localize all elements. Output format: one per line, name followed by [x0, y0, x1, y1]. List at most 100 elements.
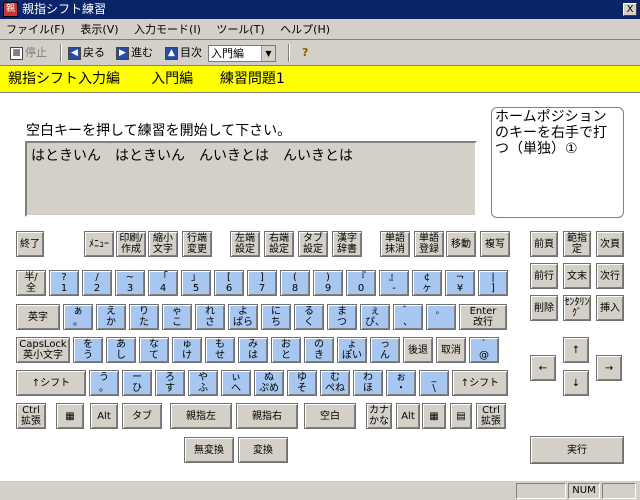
key-r0-13[interactable]: ¬ ¥ — [445, 270, 475, 296]
chevron-down-icon[interactable]: ▼ — [261, 46, 275, 61]
key-r4-2[interactable]: Alt — [90, 403, 118, 429]
key-r3-11[interactable]: _ \ — [419, 370, 449, 396]
key-r4-11[interactable]: Ctrl 拡張 — [476, 403, 506, 429]
key-r0-7[interactable]: ] 7 — [247, 270, 277, 296]
navkey-next-page[interactable]: 次頁 — [596, 231, 624, 257]
key-r1-6[interactable]: よぱら — [228, 304, 258, 330]
key-r1-12[interactable]: ゜ — [426, 304, 456, 330]
key-r0-6[interactable]: [6 — [214, 270, 244, 296]
stop-button[interactable]: ■ 停止 — [10, 45, 47, 61]
back-button[interactable]: ◀ 戻る — [68, 45, 105, 61]
fkey-menu[interactable]: ﾒﾆｭｰ — [84, 231, 114, 257]
key-r0-1[interactable]: ? 1 — [49, 270, 79, 296]
key-r2-3[interactable]: なて — [139, 337, 169, 363]
key-r3-5[interactable]: ぃへ — [221, 370, 251, 396]
menu-file[interactable]: ファイル(F) — [0, 19, 71, 40]
menu-tools[interactable]: ツール(T) — [210, 19, 270, 40]
key-r3-6[interactable]: ぬぷめ — [254, 370, 284, 396]
key-r3-0[interactable]: ↑シフト — [16, 370, 86, 396]
key-r0-0[interactable]: 半/全 — [16, 270, 46, 296]
key-muhenkan[interactable]: 無変換 — [184, 437, 234, 463]
help-icon[interactable]: ? — [302, 45, 308, 61]
execute-button[interactable]: 実行 — [530, 436, 624, 464]
key-r1-3[interactable]: りた — [129, 304, 159, 330]
key-r1-11[interactable]: ゛、 — [393, 304, 423, 330]
key-r4-0[interactable]: Ctrl 拡張 — [16, 403, 46, 429]
key-henkan[interactable]: 変換 — [238, 437, 288, 463]
menu-input-mode[interactable]: 入力モード(I) — [128, 19, 207, 40]
navkey-delete[interactable]: 削除 — [530, 295, 558, 321]
key-r3-2[interactable]: ーひ — [122, 370, 152, 396]
key-r0-12[interactable]: ¢ ヶ — [412, 270, 442, 296]
arrow-left-key[interactable]: ← — [530, 355, 556, 381]
fkey-right-set[interactable]: 右端 設定 — [264, 231, 294, 257]
key-r0-5[interactable]: 」 5 — [181, 270, 211, 296]
key-r2-5[interactable]: もせ — [205, 337, 235, 363]
navkey-prev-page[interactable]: 前頁 — [530, 231, 558, 257]
key-r0-14[interactable]: |] — [478, 270, 508, 296]
forward-button[interactable]: ▶ 進む — [116, 45, 153, 61]
key-r2-11[interactable]: 後退 — [403, 337, 433, 363]
key-r3-9[interactable]: わほ — [353, 370, 383, 396]
key-r3-8[interactable]: むぺね — [320, 370, 350, 396]
navkey-center[interactable]: ｾﾝﾀﾘﾝｸﾞ — [563, 295, 591, 321]
key-r3-1[interactable]: う。 — [89, 370, 119, 396]
key-r2-4[interactable]: ゅけ — [172, 337, 202, 363]
navkey-doc-end[interactable]: 文末 — [563, 263, 591, 289]
key-r2-9[interactable]: ょぽい — [337, 337, 367, 363]
fkey-kanji-dict[interactable]: 漢字 辞書 — [332, 231, 362, 257]
navkey-prev-line[interactable]: 前行 — [530, 263, 558, 289]
arrow-down-key[interactable]: ↓ — [563, 370, 589, 396]
key-r0-11[interactable]: 』 - — [379, 270, 409, 296]
key-r1-8[interactable]: るく — [294, 304, 324, 330]
key-r1-0[interactable]: 英字 — [16, 304, 60, 330]
key-r1-2[interactable]: えか — [96, 304, 126, 330]
arrow-right-key[interactable]: → — [596, 355, 622, 381]
key-r0-10[interactable]: 『0 — [346, 270, 376, 296]
key-r4-5[interactable]: 親指右 — [236, 403, 298, 429]
key-r1-13[interactable]: Enter 改行 — [459, 304, 507, 330]
key-r0-4[interactable]: 「4 — [148, 270, 178, 296]
key-r2-1[interactable]: をう — [73, 337, 103, 363]
key-r0-3[interactable]: ~3 — [115, 270, 145, 296]
key-r3-7[interactable]: ゆそ — [287, 370, 317, 396]
key-r2-2[interactable]: あし — [106, 337, 136, 363]
key-r2-0[interactable]: CapsLock 英小文字 — [16, 337, 70, 363]
key-r2-10[interactable]: っん — [370, 337, 400, 363]
navkey-insert[interactable]: 挿入 — [596, 295, 624, 321]
key-r4-9[interactable]: ▦ — [422, 403, 446, 429]
key-r3-10[interactable]: ぉ・ — [386, 370, 416, 396]
navkey-next-line[interactable]: 次行 — [596, 263, 624, 289]
key-r4-6[interactable]: 空白 — [304, 403, 356, 429]
fkey-word-del[interactable]: 単語 抹消 — [380, 231, 410, 257]
menu-view[interactable]: 表示(V) — [74, 19, 124, 40]
key-r2-7[interactable]: おと — [271, 337, 301, 363]
key-r2-6[interactable]: みは — [238, 337, 268, 363]
close-button[interactable]: X — [623, 3, 637, 16]
fkey-small[interactable]: 縮小 文字 — [148, 231, 178, 257]
key-r4-8[interactable]: Alt — [396, 403, 420, 429]
key-r3-3[interactable]: ろす — [155, 370, 185, 396]
key-r0-8[interactable]: (8 — [280, 270, 310, 296]
fkey-word-reg[interactable]: 単語 登録 — [414, 231, 444, 257]
fkey-left-set[interactable]: 左端 設定 — [230, 231, 260, 257]
key-r4-7[interactable]: カナ かな — [366, 403, 392, 429]
key-r2-8[interactable]: のき — [304, 337, 334, 363]
key-r3-12[interactable]: ↑シフト — [452, 370, 508, 396]
key-r2-12[interactable]: 取消 — [436, 337, 466, 363]
fkey-tab-set[interactable]: タブ 設定 — [298, 231, 328, 257]
lesson-select[interactable]: 入門編 ▼ — [208, 45, 276, 62]
fkey-end[interactable]: 終了 — [16, 231, 44, 257]
key-r1-10[interactable]: ぇぴ、 — [360, 304, 390, 330]
key-r0-9[interactable]: ) 9 — [313, 270, 343, 296]
key-r1-9[interactable]: まつ — [327, 304, 357, 330]
key-r4-3[interactable]: タブ — [122, 403, 162, 429]
fkey-linechg[interactable]: 行端 変更 — [182, 231, 212, 257]
key-r1-4[interactable]: ゃこ — [162, 304, 192, 330]
key-r4-1[interactable]: ▦ — [56, 403, 84, 429]
fkey-move[interactable]: 移動 — [446, 231, 476, 257]
key-r1-5[interactable]: れさ — [195, 304, 225, 330]
key-r4-4[interactable]: 親指左 — [170, 403, 232, 429]
fkey-copy[interactable]: 複写 — [480, 231, 510, 257]
toc-button[interactable]: ▲ 目次 — [165, 45, 202, 61]
